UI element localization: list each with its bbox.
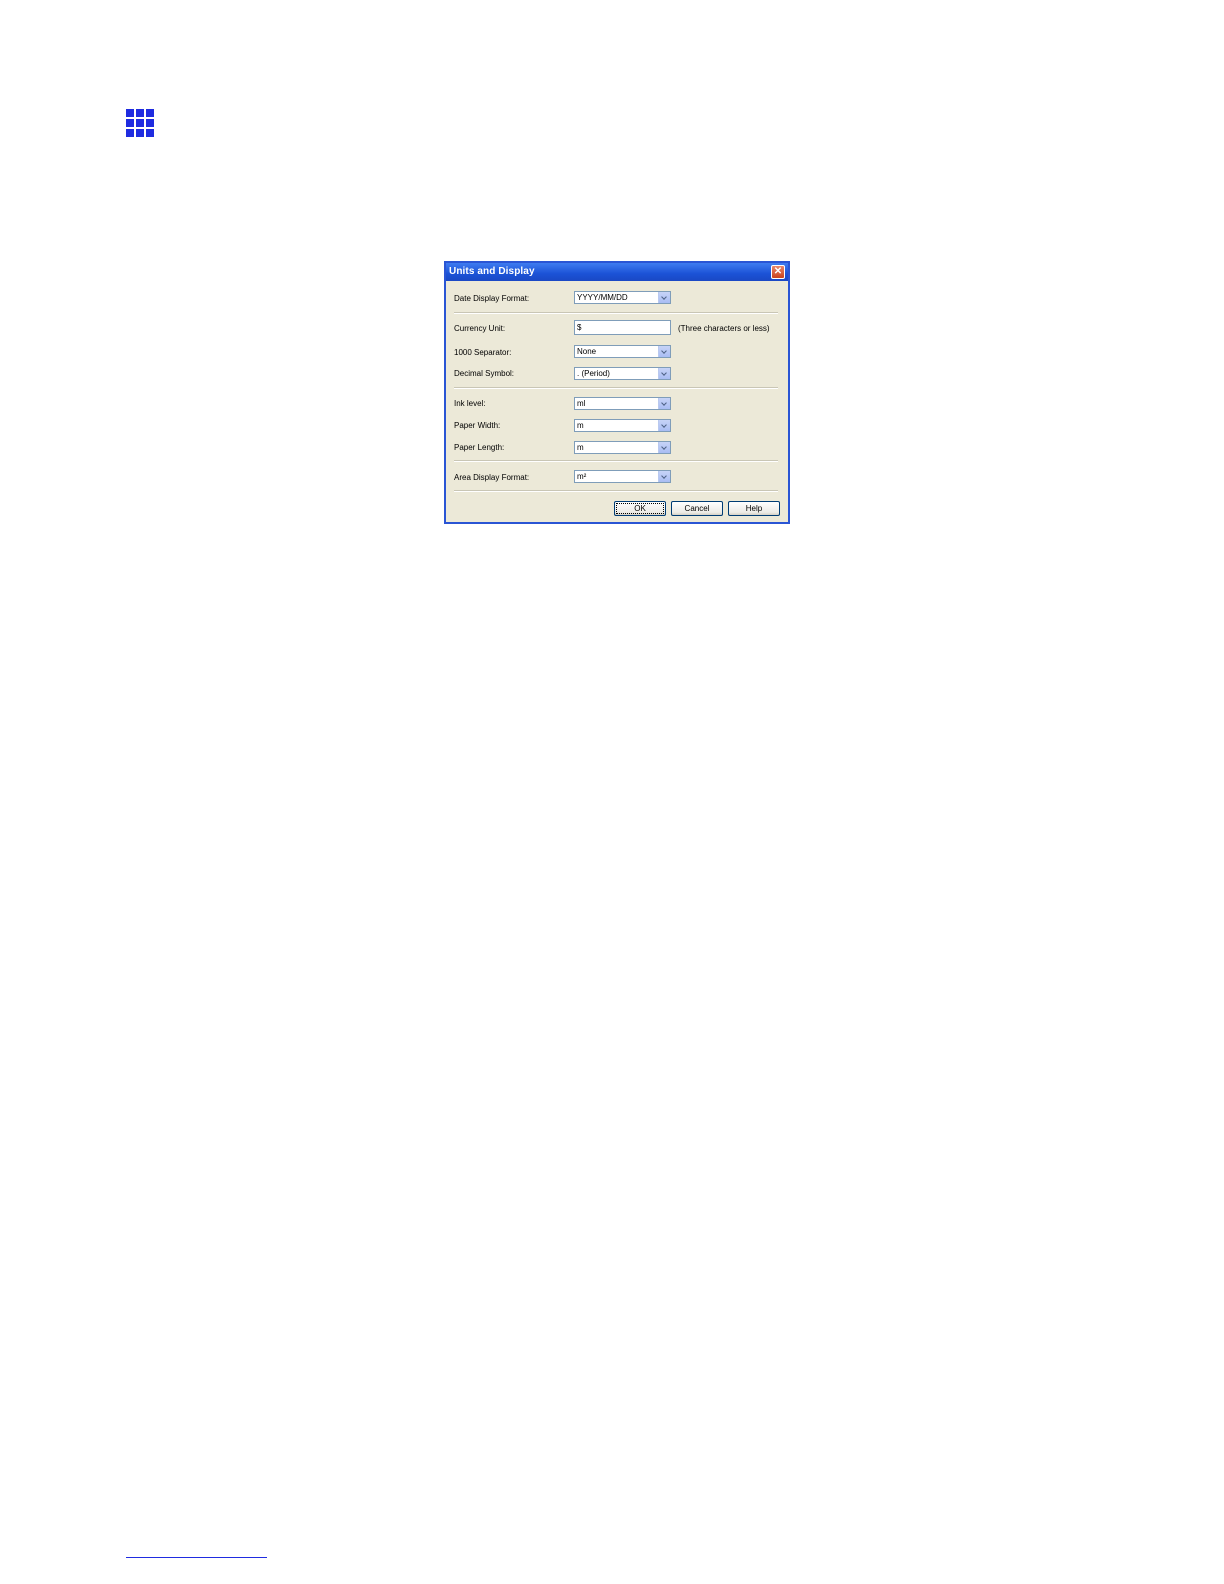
thousand-separator-value: None <box>577 347 597 356</box>
ink-level-label: Ink level: <box>454 399 486 408</box>
area-display-format-label: Area Display Format: <box>454 473 530 482</box>
grid-icon <box>126 109 154 137</box>
date-display-format-value: YYYY/MM/DD <box>577 293 628 302</box>
cancel-button[interactable]: Cancel <box>671 501 723 516</box>
units-and-display-dialog: Units and Display ✕ Date Display Format:… <box>444 261 790 524</box>
area-display-format-value: m² <box>577 472 587 481</box>
help-button[interactable]: Help <box>728 501 780 516</box>
chevron-down-icon[interactable] <box>658 398 670 409</box>
date-display-format-label: Date Display Format: <box>454 294 530 303</box>
paper-width-select[interactable]: m <box>574 419 671 432</box>
separator <box>454 387 778 389</box>
ink-level-select[interactable]: ml <box>574 397 671 410</box>
dialog-titlebar[interactable]: Units and Display ✕ <box>446 263 788 281</box>
currency-unit-label: Currency Unit: <box>454 324 506 333</box>
chevron-down-icon[interactable] <box>658 346 670 357</box>
chevron-down-icon[interactable] <box>658 368 670 379</box>
paper-length-label: Paper Length: <box>454 443 505 452</box>
separator <box>454 460 778 462</box>
decimal-symbol-select[interactable]: . (Period) <box>574 367 671 380</box>
area-display-format-select[interactable]: m² <box>574 470 671 483</box>
close-icon[interactable]: ✕ <box>771 265 785 279</box>
date-display-format-select[interactable]: YYYY/MM/DD <box>574 291 671 304</box>
ink-level-value: ml <box>577 399 586 408</box>
separator <box>454 312 778 314</box>
currency-unit-input[interactable]: $ <box>574 320 671 335</box>
chevron-down-icon[interactable] <box>658 292 670 303</box>
paper-length-select[interactable]: m <box>574 441 671 454</box>
chevron-down-icon[interactable] <box>658 420 670 431</box>
decimal-symbol-label: Decimal Symbol: <box>454 369 515 378</box>
currency-unit-hint: (Three characters or less) <box>678 324 770 333</box>
ok-button[interactable]: OK <box>614 501 666 516</box>
paper-width-label: Paper Width: <box>454 421 501 430</box>
paper-width-value: m <box>577 421 584 430</box>
paper-length-value: m <box>577 443 584 452</box>
dialog-title: Units and Display <box>449 266 535 277</box>
thousand-separator-select[interactable]: None <box>574 345 671 358</box>
chevron-down-icon[interactable] <box>658 442 670 453</box>
separator <box>454 490 778 492</box>
chevron-down-icon[interactable] <box>658 471 670 482</box>
footer-link-underline <box>126 1557 267 1558</box>
decimal-symbol-value: . (Period) <box>577 369 610 378</box>
thousand-separator-label: 1000 Separator: <box>454 348 512 357</box>
